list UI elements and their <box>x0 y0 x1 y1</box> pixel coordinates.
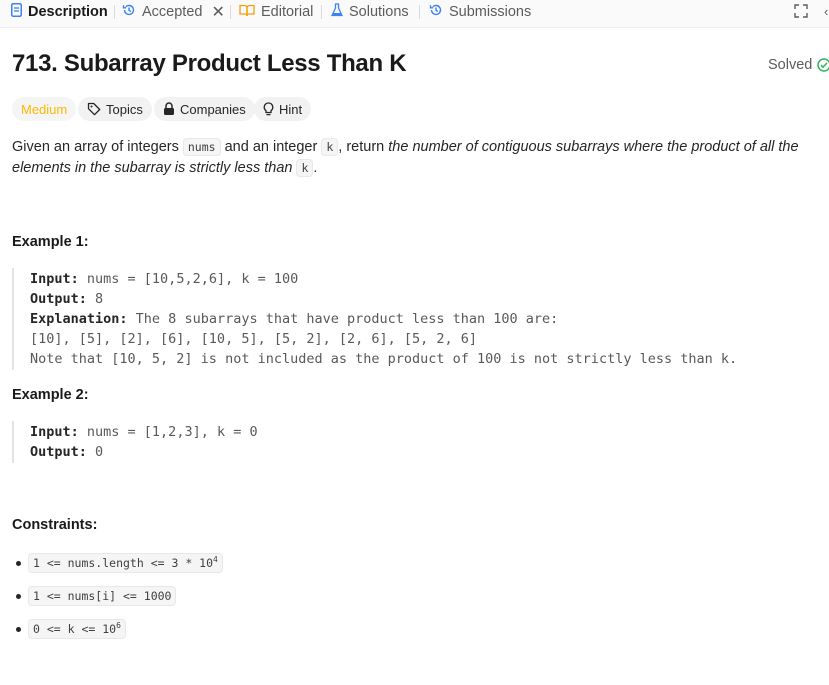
inline-code: nums <box>182 138 221 156</box>
example-block: Input: nums = [10,5,2,6], k = 100 Output:… <box>12 268 737 370</box>
constraint-item: 1 <= nums[i] <= 1000 <box>28 586 177 606</box>
tab-accepted[interactable]: Accepted ✕ <box>122 0 225 24</box>
lightbulb-icon <box>263 102 274 116</box>
tab-editorial[interactable]: Editorial <box>239 0 313 24</box>
fullscreen-icon[interactable] <box>794 4 808 23</box>
solved-status: Solved <box>768 57 829 73</box>
constraints-heading: Constraints: <box>12 517 98 533</box>
topics-button[interactable]: Topics <box>78 97 152 121</box>
tab-bar: Description Accepted ✕ Editorial Solutio… <box>0 0 829 28</box>
description-text: Given an array of integers <box>12 139 183 155</box>
check-circle-icon <box>817 58 829 72</box>
flask-icon <box>330 3 344 21</box>
problem-description: Given an array of integers nums and an i… <box>12 137 817 179</box>
hint-label: Hint <box>279 101 303 117</box>
example-input: Input: nums = [1,2,3], k = 0 <box>30 424 258 440</box>
companies-label: Companies <box>180 101 246 117</box>
tag-icon <box>87 102 101 116</box>
tab-divider <box>321 5 322 19</box>
difficulty-label: Medium <box>21 101 68 117</box>
collapse-icon[interactable]: ‹ <box>824 4 828 19</box>
example-explanation: Explanation: The 8 subarrays that have p… <box>30 311 559 327</box>
tab-label: Submissions <box>449 4 532 20</box>
bullet <box>16 561 21 566</box>
bullet <box>16 594 21 599</box>
example-block: Input: nums = [1,2,3], k = 0 Output: 0 <box>12 421 258 463</box>
tab-label: Description <box>28 4 108 20</box>
example-input: Input: nums = [10,5,2,6], k = 100 <box>30 271 299 287</box>
difficulty-badge: Medium <box>12 97 77 121</box>
tab-solutions[interactable]: Solutions <box>330 0 409 24</box>
tab-label: Solutions <box>349 4 409 20</box>
description-text: and an integer <box>220 139 322 155</box>
tab-label: Accepted <box>142 4 203 20</box>
description-text: . <box>313 160 318 176</box>
tab-divider <box>419 5 420 19</box>
history-icon <box>429 3 443 21</box>
companies-button[interactable]: Companies <box>154 97 255 121</box>
inline-code: k <box>321 138 339 156</box>
hint-button[interactable]: Hint <box>254 97 312 121</box>
document-icon <box>11 3 22 21</box>
example-heading: Example 1: <box>12 234 89 250</box>
solved-label: Solved <box>768 57 813 73</box>
inline-code: k <box>296 159 314 177</box>
topics-label: Topics <box>106 101 143 117</box>
example-output: Output: 0 <box>30 444 104 460</box>
bullet <box>16 627 21 632</box>
tab-label: Editorial <box>261 4 314 20</box>
tab-divider <box>114 5 115 19</box>
description-text: , return <box>338 139 389 155</box>
problem-title: 713. Subarray Product Less Than K <box>12 50 407 77</box>
example-explanation-line: [10], [5], [2], [6], [10, 5], [5, 2], [2… <box>30 331 478 347</box>
history-icon <box>122 3 136 21</box>
tab-description[interactable]: Description <box>11 0 108 24</box>
example-output: Output: 8 <box>30 291 104 307</box>
example-heading: Example 2: <box>12 387 89 403</box>
constraint-item: 0 <= k <= 10 6 <box>28 619 126 639</box>
lock-icon <box>163 102 175 116</box>
tab-divider <box>230 5 231 19</box>
close-icon[interactable]: ✕ <box>211 2 224 22</box>
book-icon <box>239 4 255 21</box>
tab-submissions[interactable]: Submissions <box>429 0 531 24</box>
example-note: Note that [10, 5, 2] is not included as … <box>30 351 738 367</box>
constraint-item: 1 <= nums.length <= 3 * 10 4 <box>28 553 223 573</box>
